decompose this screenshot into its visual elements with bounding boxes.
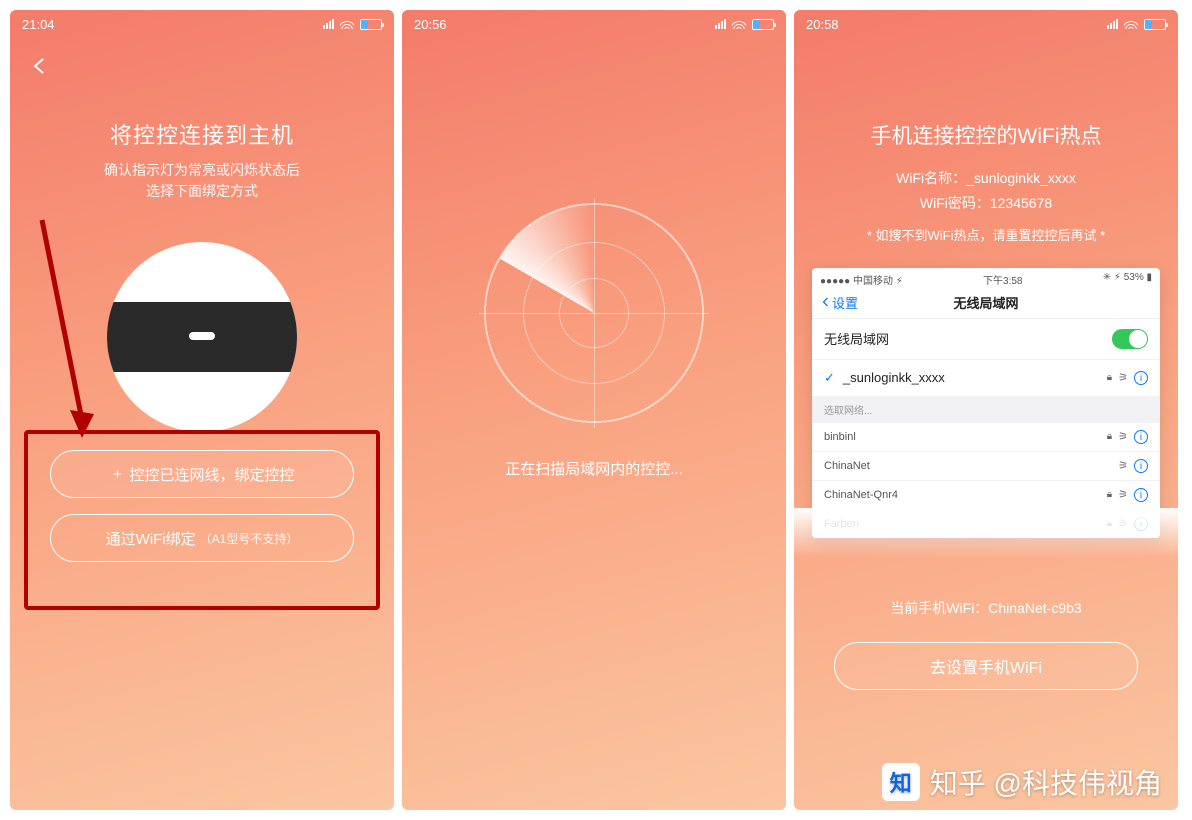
info-icon[interactable]: i <box>1134 459 1148 473</box>
page-title: 将控控连接到主机 <box>30 118 374 150</box>
ios-connected-network-row[interactable]: ✓ _sunloginkk_xxxx 🔒︎ ⚞ i <box>812 359 1160 396</box>
button-sublabel: （A1型号不支持） <box>200 530 299 547</box>
battery-icon <box>1144 19 1166 30</box>
network-name: ChinaNet <box>824 460 870 472</box>
network-name: _sunloginkk_xxxx <box>843 370 945 385</box>
status-time: 20:56 <box>414 17 447 32</box>
status-bar: 21:04 <box>10 10 394 38</box>
wifi-icon <box>340 19 354 29</box>
device-led-icon <box>189 332 215 340</box>
button-label: 控控已连网线，绑定控控 <box>129 464 294 485</box>
ios-wifi-toggle-row[interactable]: 无线局域网 <box>812 319 1160 359</box>
page-subtitle: 确认指示灯为常亮或闪烁状态后 选择下面绑定方式 <box>30 160 374 202</box>
page-title: 手机连接控控的WiFi热点 <box>794 118 1178 156</box>
screen-wifi-hotspot: 20:58 手机连接控控的WiFi热点 WiFi名称：_sunloginkk_x… <box>794 10 1178 810</box>
status-bar: 20:56 <box>402 10 786 38</box>
signal-icon <box>1107 19 1118 29</box>
wifi-name-line: WiFi名称：_sunloginkk_xxxx <box>794 166 1178 191</box>
plus-icon: + <box>109 466 125 483</box>
screen-connect-host: 21:04 将控控连接到主机 确认指示灯为常亮或闪烁状态后 选择下面绑定方式 <box>10 10 394 810</box>
wifi-password-line: WiFi密码：12345678 <box>794 191 1178 216</box>
button-label: 去设置手机WiFi <box>930 654 1042 678</box>
ios-section-header: 选取网络... <box>812 396 1160 423</box>
signal-icon <box>715 19 726 29</box>
ios-wifi-settings-preview: ●●●●● 中国移动 ⚡︎ 下午3:58 ✳︎ ⚡︎ 53% ▮ 设置 无线局域… <box>812 268 1160 538</box>
watermark: 知 知乎 @科技伟视角 <box>882 762 1162 802</box>
bind-via-wifi-button[interactable]: 通过WiFi绑定 （A1型号不支持） <box>50 514 354 562</box>
wifi-icon <box>732 19 746 29</box>
ios-network-row[interactable]: ChinaNet ⚞ i <box>812 451 1160 480</box>
status-bar: 20:58 <box>794 10 1178 38</box>
wifi-icon <box>1124 19 1138 29</box>
battery-icon <box>360 19 382 30</box>
button-label: 通过WiFi绑定 <box>106 528 196 549</box>
current-wifi-text: 当前手机WiFi：ChinaNet-c9b3 <box>794 598 1178 618</box>
annotation-arrow-icon <box>34 210 94 450</box>
ios-clock: 下午3:58 <box>983 272 1022 287</box>
network-name: ChinaNet-Qnr4 <box>824 489 898 501</box>
screen-scanning: 20:56 正在扫描局域网内的控控... <box>402 10 786 810</box>
network-name: binbinl <box>824 431 856 443</box>
lock-icon: 🔒︎ <box>1107 372 1112 383</box>
device-illustration <box>107 242 297 432</box>
back-button[interactable] <box>28 54 52 78</box>
lock-icon: 🔒︎ <box>1107 489 1112 500</box>
wifi-strength-icon: ⚞ <box>1118 371 1128 384</box>
zhihu-logo-icon: 知 <box>882 763 920 801</box>
ios-carrier: ●●●●● 中国移动 ⚡︎ <box>820 272 903 287</box>
ios-nav-title: 无线局域网 <box>812 293 1160 312</box>
lock-icon: 🔒︎ <box>1107 431 1112 442</box>
row-label: 无线局域网 <box>824 329 889 348</box>
hotspot-note: * 如搜不到WiFi热点，请重置控控后再试 * <box>794 224 1178 247</box>
info-icon[interactable]: i <box>1134 371 1148 385</box>
watermark-text: 知乎 @科技伟视角 <box>930 762 1162 802</box>
signal-icon <box>323 19 334 29</box>
status-time: 20:58 <box>806 17 839 32</box>
wifi-strength-icon: ⚞ <box>1118 488 1128 501</box>
checkmark-icon: ✓ <box>824 370 835 385</box>
battery-icon <box>752 19 774 30</box>
info-icon[interactable]: i <box>1134 488 1148 502</box>
ios-network-row[interactable]: binbinl 🔒︎ ⚞ i <box>812 423 1160 451</box>
wifi-strength-icon: ⚞ <box>1118 430 1128 443</box>
status-time: 21:04 <box>22 17 55 32</box>
radar-scanner-icon <box>479 198 709 428</box>
wifi-strength-icon: ⚞ <box>1118 459 1128 472</box>
bind-via-lan-button[interactable]: + 控控已连网线，绑定控控 <box>50 450 354 498</box>
ios-battery: ✳︎ ⚡︎ 53% ▮ <box>1103 272 1152 287</box>
ios-network-row[interactable]: ChinaNet-Qnr4 🔒︎ ⚞ i <box>812 480 1160 509</box>
toggle-switch-icon[interactable] <box>1112 329 1148 349</box>
scanning-status-text: 正在扫描局域网内的控控... <box>402 458 786 479</box>
arrow-left-icon <box>28 54 52 78</box>
info-icon[interactable]: i <box>1134 430 1148 444</box>
goto-wifi-settings-button[interactable]: 去设置手机WiFi <box>834 642 1138 690</box>
